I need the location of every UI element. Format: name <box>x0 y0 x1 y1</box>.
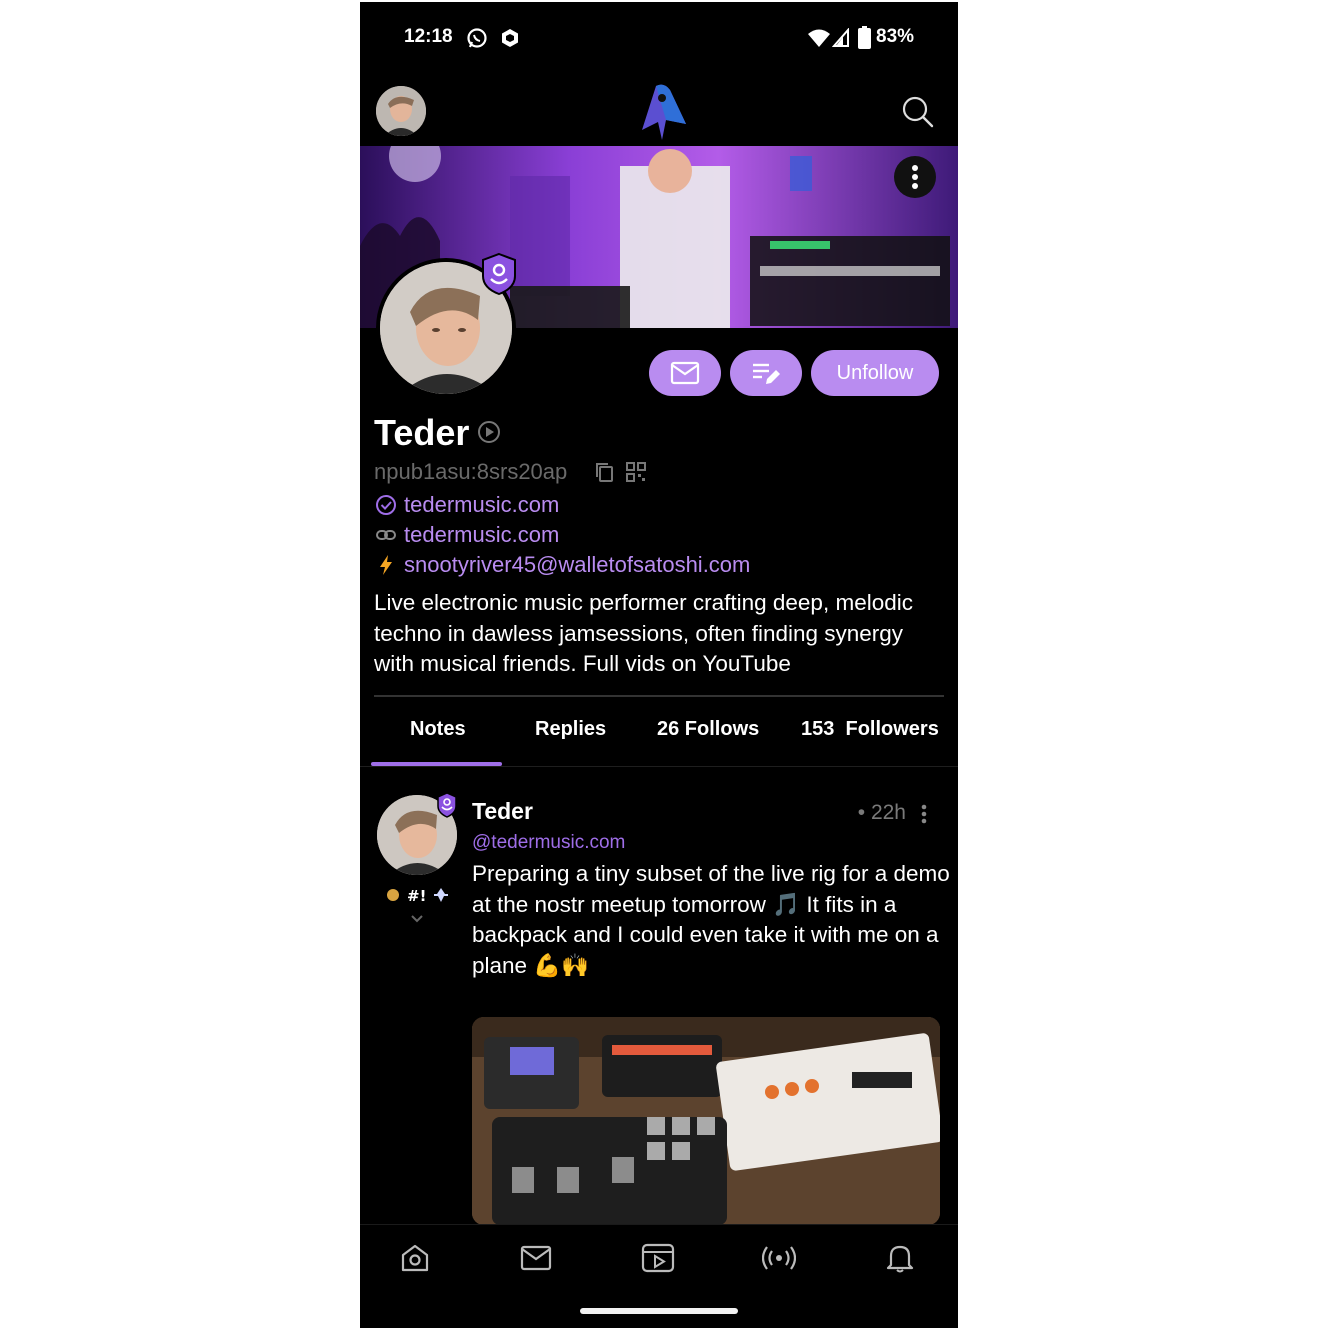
chevron-down-icon[interactable] <box>409 913 425 925</box>
edit-note-icon <box>753 363 780 384</box>
website-row[interactable]: tedermusic.com <box>374 522 559 548</box>
post-content: Preparing a tiny subset of the live rig … <box>472 861 950 978</box>
svg-text:#!: #! <box>407 887 426 905</box>
home-indicator[interactable] <box>580 1308 738 1314</box>
package-icon <box>502 29 518 47</box>
copy-icon[interactable] <box>594 461 614 483</box>
lightning-bolt-icon <box>374 554 398 576</box>
more-vert-icon <box>912 165 918 189</box>
video-icon[interactable] <box>641 1242 675 1274</box>
tab-follows[interactable]: 26 Follows <box>657 718 759 741</box>
message-button[interactable] <box>649 350 721 396</box>
live-broadcast-icon[interactable] <box>762 1244 796 1272</box>
unfollow-button[interactable]: Unfollow <box>811 350 939 396</box>
lightning-row[interactable]: snootyriver45@walletofsatoshi.com <box>374 552 750 578</box>
tab-replies[interactable]: Replies <box>535 718 606 741</box>
wifi-icon <box>808 29 830 47</box>
profile-bio: Live electronic music performer crafting… <box>374 590 913 676</box>
profile-npub: npub1asu:8srs20ap <box>374 459 568 484</box>
post-verified-badge-icon <box>437 792 457 818</box>
app-logo-icon[interactable] <box>632 80 688 142</box>
bio-divider <box>374 695 944 697</box>
post-more-icon[interactable] <box>918 803 930 825</box>
link-icon <box>374 524 398 546</box>
unfollow-label: Unfollow <box>836 361 914 384</box>
lightning-address[interactable]: snootyriver45@walletofsatoshi.com <box>404 552 750 578</box>
tab-notes[interactable]: Notes <box>410 718 466 741</box>
home-icon[interactable] <box>399 1242 431 1274</box>
whatsapp-icon <box>467 28 487 48</box>
play-circle-icon[interactable] <box>477 420 501 444</box>
qr-code-icon[interactable] <box>625 461 647 483</box>
verified-badge-icon <box>482 252 516 296</box>
post-image[interactable] <box>472 1017 940 1225</box>
battery-icon <box>858 26 871 49</box>
edit-list-button[interactable] <box>730 350 802 396</box>
app-screen: 12:18 83% Unfollow Teder npub1asu:8srs20… <box>360 2 958 1328</box>
website-text[interactable]: tedermusic.com <box>404 522 559 548</box>
badges-icon[interactable]: #! <box>385 884 453 906</box>
tab-followers[interactable]: 153 Followers <box>801 718 939 741</box>
post-author-nip05: @tedermusic.com <box>472 832 626 853</box>
nip05-row[interactable]: tedermusic.com <box>374 492 559 518</box>
mail-icon <box>670 361 700 385</box>
profile-name: Teder <box>374 412 470 453</box>
account-avatar[interactable] <box>376 86 426 136</box>
tabs-divider <box>360 766 958 767</box>
status-time: 12:18 <box>404 26 453 47</box>
nip05-text[interactable]: tedermusic.com <box>404 492 559 518</box>
post-author-name[interactable]: Teder <box>472 798 533 825</box>
profile-more-button[interactable] <box>894 156 936 198</box>
verified-check-icon <box>374 494 398 516</box>
notifications-bell-icon[interactable] <box>885 1242 915 1274</box>
search-icon[interactable] <box>902 96 934 128</box>
post-timestamp: • 22h <box>857 801 906 824</box>
signal-icon <box>832 28 849 47</box>
battery-percent: 83% <box>876 26 915 47</box>
messages-icon[interactable] <box>520 1244 552 1272</box>
